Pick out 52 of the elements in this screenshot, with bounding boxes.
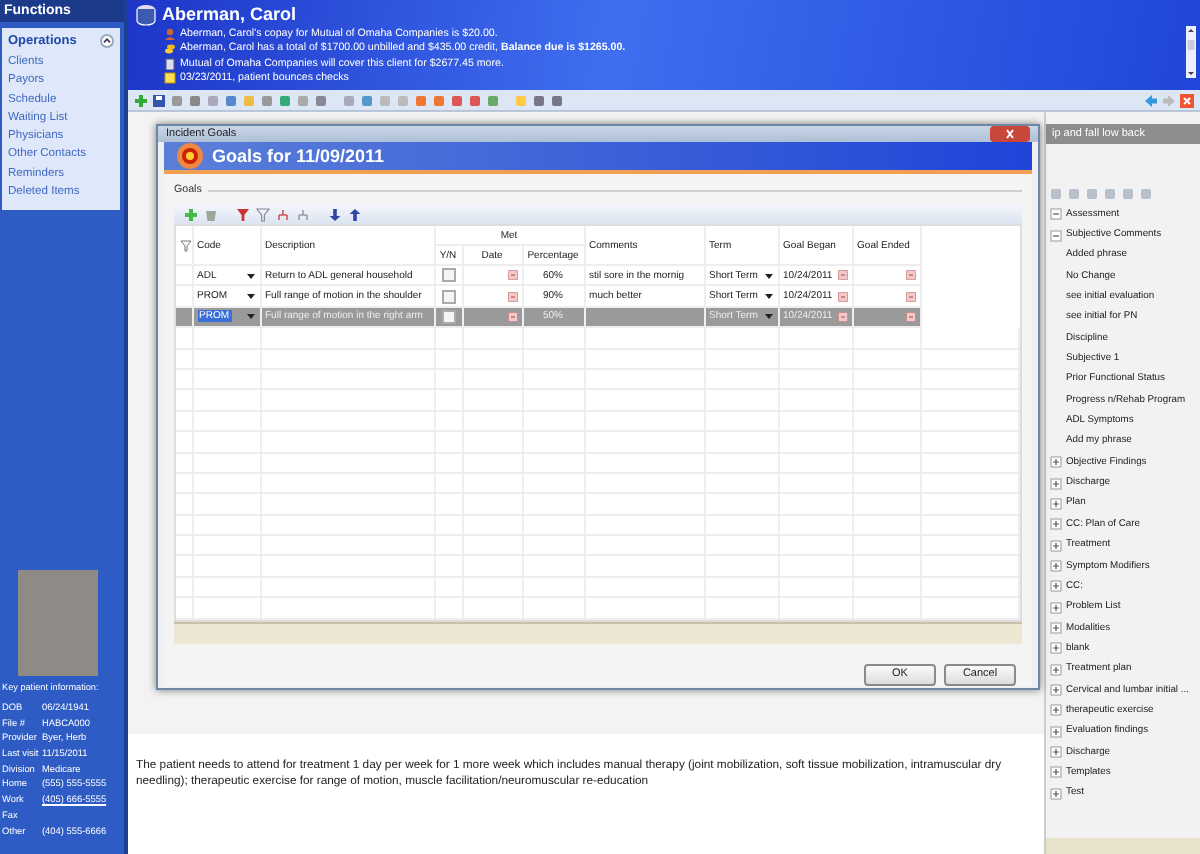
dropdown-caret-icon[interactable] (763, 271, 774, 280)
calendar-button-icon[interactable] (507, 291, 517, 302)
expand-icon[interactable] (1050, 766, 1062, 779)
hierarchy-icon[interactable] (296, 207, 310, 221)
dialog-heading: Goals for 11/09/2011 (212, 146, 385, 166)
expand-icon[interactable] (1050, 601, 1062, 614)
forward-arrow-icon[interactable] (1162, 93, 1176, 107)
expand-icon[interactable] (1050, 622, 1062, 635)
scrollbar-icon[interactable] (1186, 26, 1196, 78)
database-icon (136, 3, 156, 25)
calendar-button-icon[interactable] (507, 270, 517, 281)
note-icon (164, 72, 176, 85)
person-icon (164, 27, 176, 40)
coins-icon (164, 42, 176, 55)
expand-icon[interactable] (1050, 477, 1062, 490)
expand-icon[interactable] (1050, 663, 1062, 676)
dropdown-caret-icon[interactable] (245, 312, 255, 321)
close-icon[interactable] (990, 126, 1030, 142)
expand-icon[interactable] (1050, 684, 1062, 697)
calendar-button-icon[interactable] (905, 291, 916, 302)
checkbox[interactable] (441, 309, 455, 324)
expand-icon[interactable] (1050, 642, 1062, 655)
hierarchy-icon[interactable] (276, 207, 290, 221)
calendar-button-icon[interactable] (905, 311, 916, 322)
dropdown-caret-icon[interactable] (245, 292, 255, 301)
checkbox[interactable] (441, 268, 455, 283)
expand-icon[interactable] (1050, 539, 1062, 552)
expand-icon[interactable] (1050, 456, 1062, 469)
back-arrow-icon[interactable] (1144, 93, 1158, 107)
patient-name: Aberman, Carol (162, 4, 297, 24)
expand-icon[interactable] (1050, 560, 1062, 573)
document-icon (164, 57, 176, 70)
calendar-button-icon[interactable] (837, 311, 848, 322)
close-icon[interactable] (1180, 93, 1194, 107)
expand-icon[interactable] (1050, 725, 1062, 738)
expand-icon[interactable] (1050, 746, 1062, 759)
target-icon (176, 142, 204, 170)
save-icon[interactable] (152, 93, 166, 107)
filter-icon[interactable] (180, 239, 192, 251)
photo-placeholder (18, 570, 98, 676)
checkbox[interactable] (441, 289, 455, 304)
calendar-button-icon[interactable] (837, 270, 848, 281)
expand-icon[interactable] (1050, 704, 1062, 717)
expand-icon[interactable] (1050, 787, 1062, 800)
expand-icon[interactable] (1050, 580, 1062, 593)
expand-icon[interactable] (1050, 518, 1062, 531)
calendar-button-icon[interactable] (507, 311, 517, 322)
calendar-button-icon[interactable] (837, 291, 848, 302)
expand-icon[interactable] (1050, 497, 1062, 510)
collapse-icon[interactable] (100, 34, 114, 48)
calendar-button-icon[interactable] (905, 270, 916, 281)
dropdown-caret-icon[interactable] (245, 271, 255, 280)
